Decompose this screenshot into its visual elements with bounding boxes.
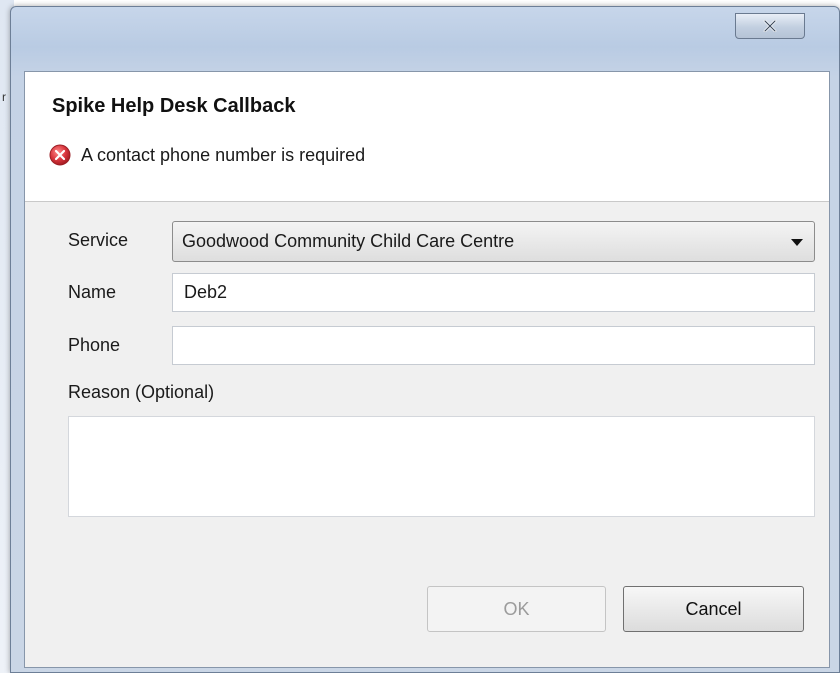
ok-button-label: OK <box>503 598 530 619</box>
close-button[interactable] <box>735 13 805 39</box>
service-dropdown[interactable]: Goodwood Community Child Care Centre <box>172 221 815 262</box>
reason-textarea[interactable] <box>68 416 815 517</box>
dialog-header: Spike Help Desk Callback A contact phone… <box>25 72 829 202</box>
background-text-fragment: r <box>2 90 6 104</box>
error-message: A contact phone number is required <box>81 144 366 165</box>
chevron-down-icon <box>791 239 803 246</box>
dialog-window: Spike Help Desk Callback A contact phone… <box>10 6 840 673</box>
phone-label: Phone <box>68 335 121 355</box>
ok-button[interactable]: OK <box>427 586 606 632</box>
service-label: Service <box>68 230 129 250</box>
dialog-content: Spike Help Desk Callback A contact phone… <box>24 71 830 668</box>
close-icon <box>763 20 777 32</box>
cancel-button-label: Cancel <box>685 598 742 619</box>
phone-field[interactable] <box>172 326 815 365</box>
dialog-title: Spike Help Desk Callback <box>52 95 296 117</box>
cancel-button[interactable]: Cancel <box>623 586 804 632</box>
name-label: Name <box>68 282 117 302</box>
name-value: Deb2 <box>184 282 228 302</box>
service-selected-value: Goodwood Community Child Care Centre <box>182 231 515 251</box>
error-message-row: A contact phone number is required <box>49 143 365 167</box>
reason-label: Reason (Optional) <box>68 382 215 402</box>
error-icon <box>49 144 71 166</box>
name-field[interactable]: Deb2 <box>172 273 815 312</box>
